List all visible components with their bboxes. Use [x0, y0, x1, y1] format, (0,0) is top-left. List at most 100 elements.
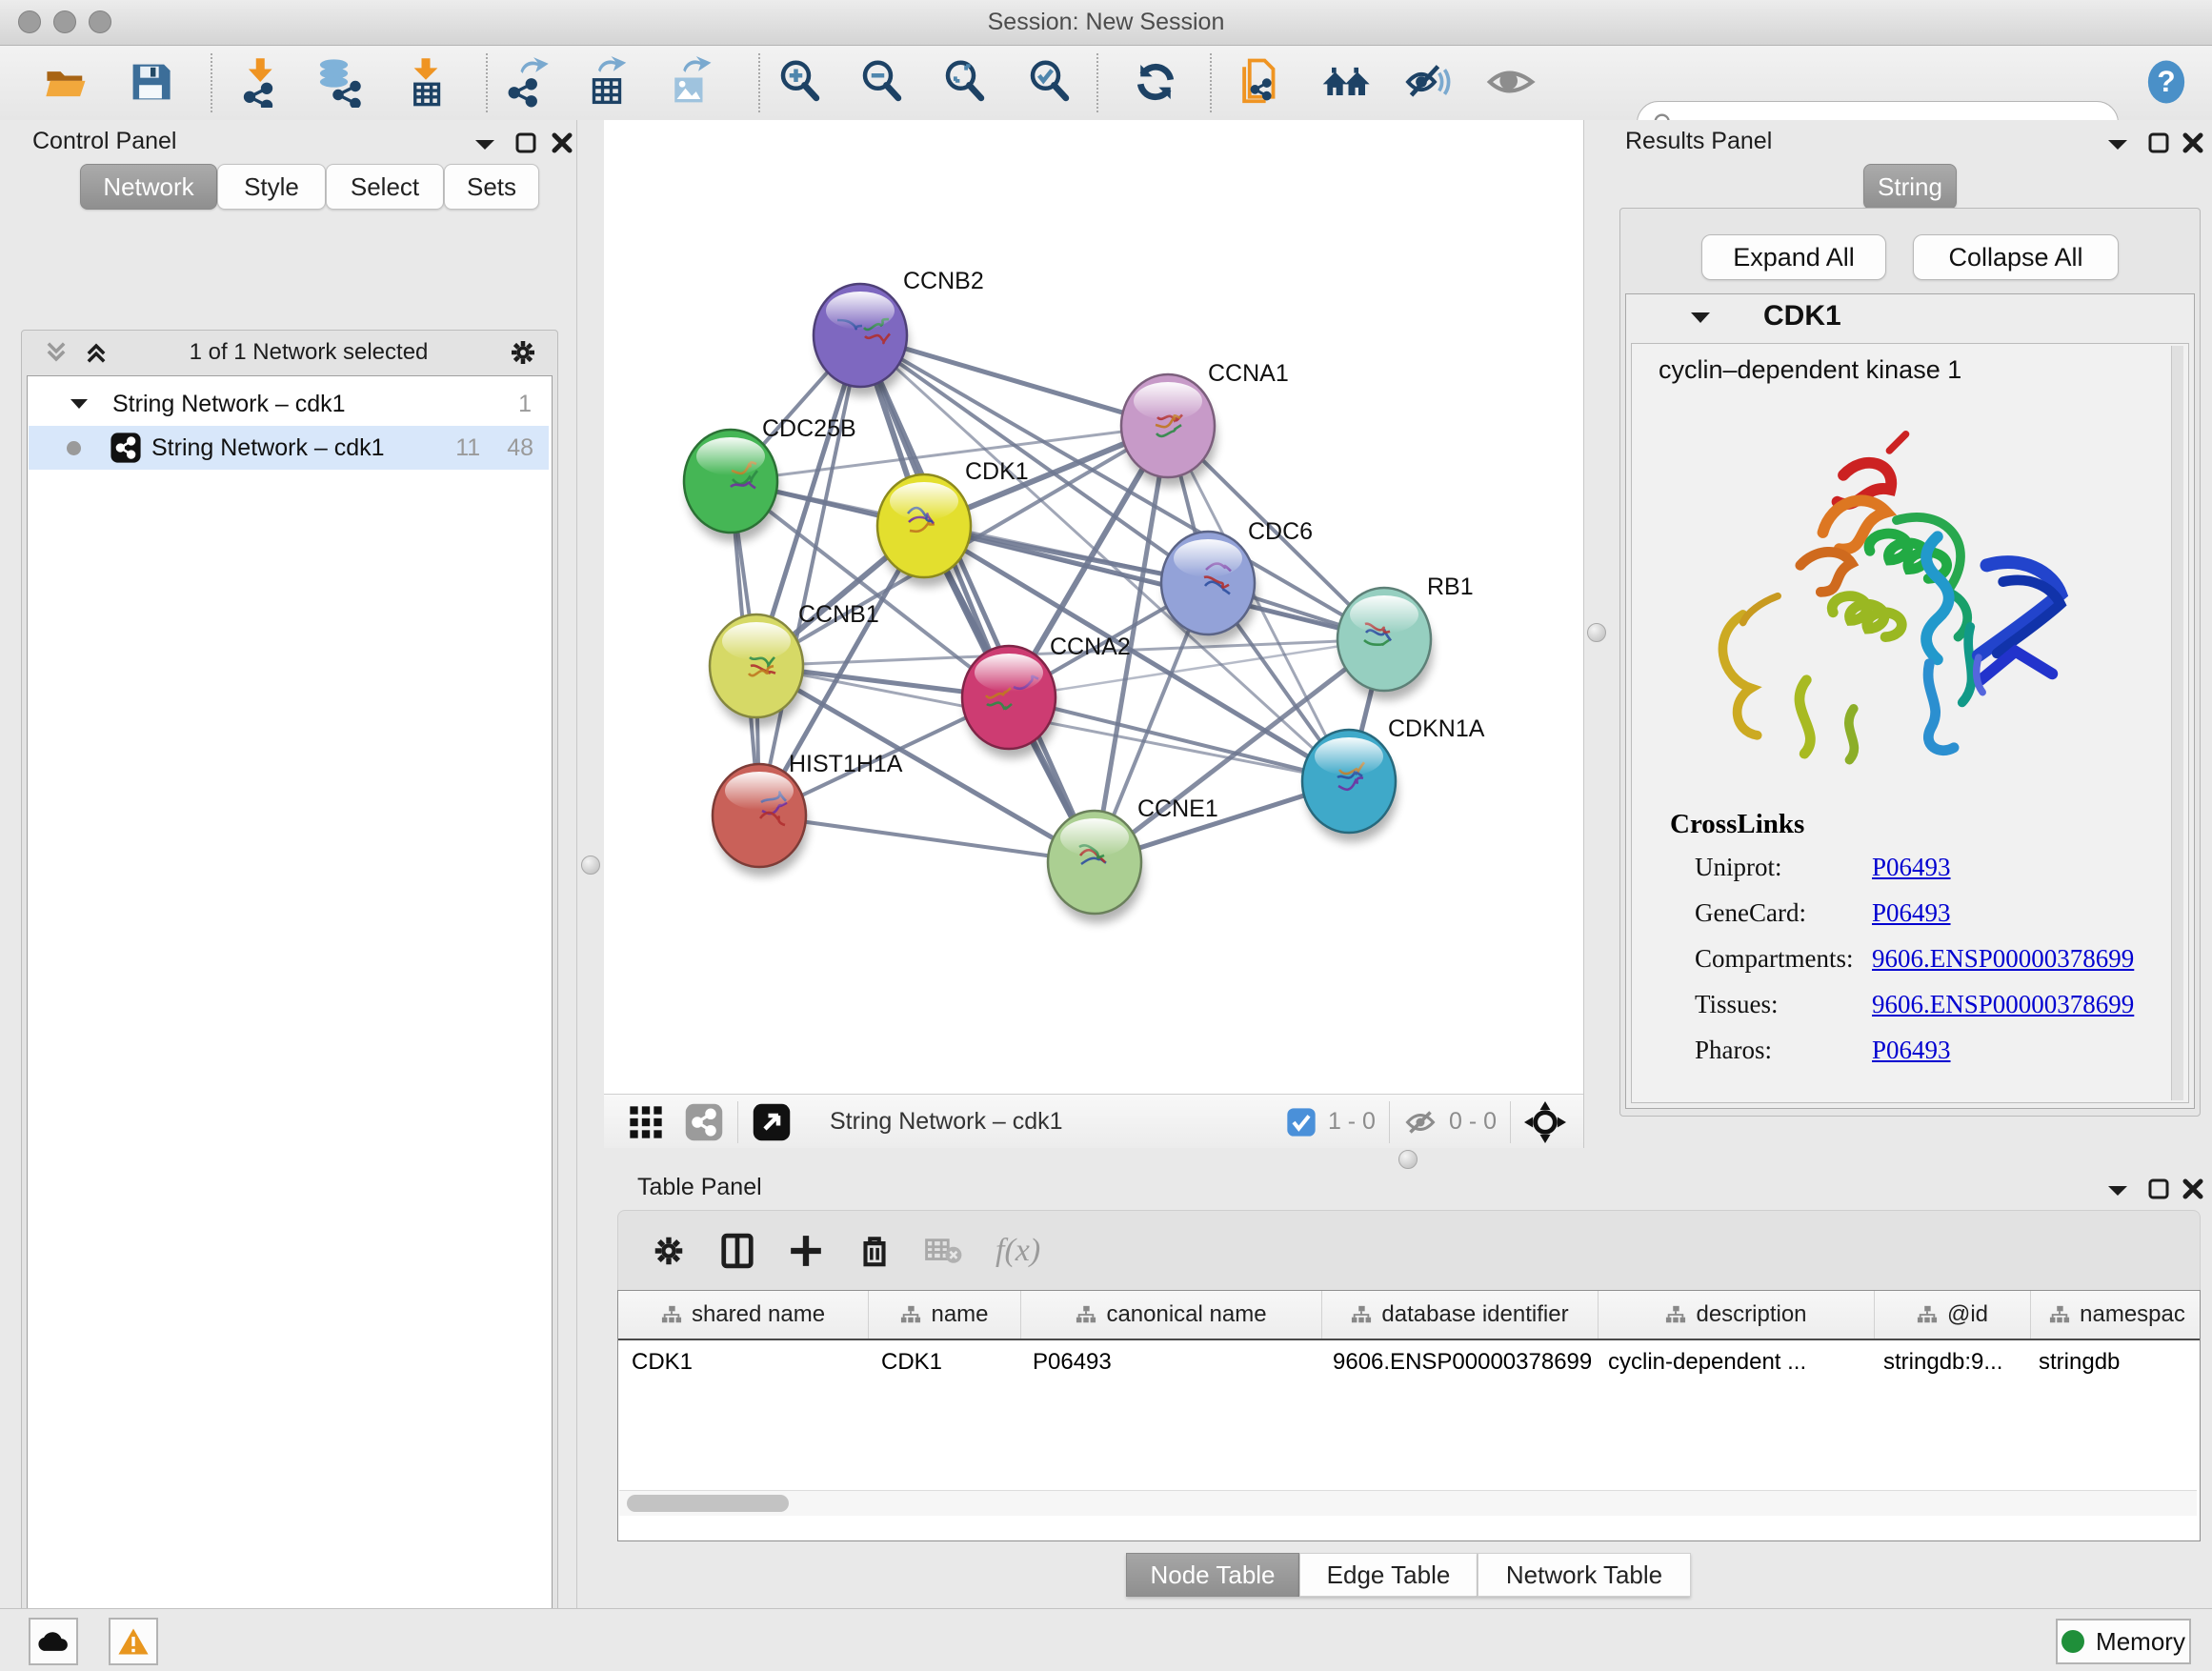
tab-style[interactable]: Style	[217, 164, 326, 210]
crosslink-link[interactable]: 9606.ENSP00000378699	[1872, 990, 2134, 1019]
zoom-selected-icon	[1024, 56, 1076, 108]
table-panel-menu-icon[interactable]	[2105, 1181, 2130, 1200]
results-panel-float-icon[interactable]	[2147, 131, 2170, 154]
divider-grip[interactable]	[581, 856, 600, 875]
export-image-button[interactable]	[663, 55, 716, 109]
table-cell[interactable]: cyclin-dependent ...	[1595, 1340, 1870, 1384]
collapse-all-button[interactable]: Collapse All	[1913, 234, 2119, 280]
table-cell[interactable]: CDK1	[618, 1340, 868, 1384]
tab-string[interactable]: String	[1863, 164, 1957, 210]
table-cell[interactable]: stringdb:9...	[1870, 1340, 2025, 1384]
tab-sets[interactable]: Sets	[444, 164, 539, 210]
memory-button[interactable]: Memory	[2056, 1619, 2191, 1664]
crosslink-link[interactable]: 9606.ENSP00000378699	[1872, 944, 2134, 974]
detach-view-icon[interactable]	[752, 1102, 792, 1142]
table-cell[interactable]: P06493	[1019, 1340, 1319, 1384]
zoom-selected-button[interactable]	[1023, 55, 1076, 109]
right-panel-divider[interactable]	[1583, 120, 1610, 1164]
table-row[interactable]: CDK1CDK1P064939606.ENSP00000378699cyclin…	[618, 1340, 2200, 1384]
network-tree-child-row[interactable]: String Network – cdk1 11 48	[29, 426, 549, 470]
table-cell[interactable]: stringdb	[2025, 1340, 2198, 1384]
section-collapse-icon[interactable]	[1689, 310, 1712, 327]
control-panel-float-icon[interactable]	[514, 131, 537, 154]
table-cell[interactable]: CDK1	[868, 1340, 1019, 1384]
tab-edge-table[interactable]: Edge Table	[1299, 1553, 1478, 1597]
export-table-button[interactable]	[580, 55, 633, 109]
control-panel-close-icon[interactable]	[551, 131, 573, 154]
import-network-button[interactable]	[231, 55, 285, 109]
column-header-canonical-name[interactable]: canonical name	[1021, 1291, 1322, 1339]
node-CCNB1[interactable]: CCNB1	[710, 601, 879, 727]
zoom-in-button[interactable]	[774, 55, 827, 109]
tab-network[interactable]: Network	[80, 164, 217, 210]
results-scrollbar[interactable]	[2171, 346, 2183, 1100]
left-panel-divider[interactable]	[576, 120, 606, 1608]
help-button[interactable]: ?	[2140, 55, 2193, 109]
zoom-out-button[interactable]	[855, 55, 909, 109]
control-panel-menu-icon[interactable]	[473, 135, 497, 154]
add-column-icon[interactable]	[788, 1233, 824, 1269]
cloud-status-button[interactable]	[29, 1618, 78, 1665]
table-panel-float-icon[interactable]	[2147, 1178, 2170, 1200]
crosslink-link[interactable]: P06493	[1872, 1036, 1951, 1065]
network-view-icon[interactable]	[684, 1102, 724, 1142]
node-CCNB2[interactable]: CCNB2	[814, 268, 984, 396]
collapse-all-icon[interactable]	[43, 339, 70, 366]
import-table-button[interactable]	[399, 55, 452, 109]
import-network-from-database-button[interactable]	[312, 55, 365, 109]
column-header-namespac[interactable]: namespac	[2031, 1291, 2201, 1339]
grid-view-icon[interactable]	[627, 1103, 665, 1141]
node-RB1[interactable]: RB1	[1337, 574, 1474, 700]
network-canvas[interactable]: CCNB2CCNA1CDC25BCDK1CDC6RB1CCNB1CCNA2CDK…	[604, 120, 1583, 1094]
delete-column-trash-icon[interactable]	[856, 1233, 893, 1269]
table-settings-gear-icon[interactable]	[651, 1233, 687, 1269]
table-cell[interactable]: 9606.ENSP00000378699	[1319, 1340, 1595, 1384]
column-header-database-identifier[interactable]: database identifier	[1322, 1291, 1599, 1339]
column-header-description[interactable]: description	[1599, 1291, 1875, 1339]
table-horizontal-scrollbar[interactable]	[619, 1490, 2197, 1516]
node-CDKN1A[interactable]: CDKN1A	[1302, 715, 1485, 842]
divider-grip[interactable]	[1587, 623, 1606, 642]
tree-collapse-icon[interactable]	[69, 395, 90, 413]
function-builder-icon[interactable]: f(x)	[995, 1233, 1040, 1269]
expand-all-icon[interactable]	[83, 339, 110, 366]
network-tree-root-row[interactable]: String Network – cdk1 1	[29, 382, 549, 426]
hidden-eye-icon[interactable]	[1403, 1105, 1438, 1139]
node-CCNA1[interactable]: CCNA1	[1121, 360, 1289, 487]
string-document-button[interactable]	[1234, 55, 1287, 109]
gear-icon[interactable]	[508, 337, 538, 368]
node-HIST1H1A[interactable]: HIST1H1A	[713, 751, 903, 876]
crosslink-link[interactable]: P06493	[1872, 898, 1951, 928]
home-networks-button[interactable]	[1318, 55, 1372, 109]
results-panel-close-icon[interactable]	[2182, 131, 2204, 154]
warnings-button[interactable]	[109, 1618, 158, 1665]
expand-all-button[interactable]: Expand All	[1701, 234, 1886, 280]
refresh-button[interactable]	[1129, 55, 1182, 109]
selected-checkbox-icon[interactable]	[1286, 1107, 1317, 1137]
birdseye-navigator-icon[interactable]	[1524, 1101, 1566, 1143]
tab-node-table[interactable]: Node Table	[1126, 1553, 1299, 1597]
column-header--id[interactable]: @id	[1875, 1291, 2031, 1339]
node-CDC6[interactable]: CDC6	[1161, 518, 1313, 644]
column-header-shared-name[interactable]: shared name	[618, 1291, 869, 1339]
edge-CCNB2-HIST1H1A[interactable]	[759, 335, 860, 815]
hide-panel-button[interactable]	[1401, 55, 1455, 109]
open-session-button[interactable]	[40, 55, 93, 109]
zoom-fit-button[interactable]	[938, 55, 992, 109]
results-panel-menu-icon[interactable]	[2105, 135, 2130, 154]
show-panel-button[interactable]	[1484, 55, 1538, 109]
delete-table-icon[interactable]	[925, 1235, 963, 1267]
crosslink-link[interactable]: P06493	[1872, 853, 1951, 882]
table-panel-close-icon[interactable]	[2182, 1178, 2204, 1200]
tab-select[interactable]: Select	[326, 164, 444, 210]
save-session-button[interactable]	[124, 55, 177, 109]
string-network-graph[interactable]: CCNB2CCNA1CDC25BCDK1CDC6RB1CCNB1CCNA2CDK…	[604, 120, 1583, 1094]
show-columns-icon[interactable]	[719, 1233, 755, 1269]
edge-CCNB2-CCNE1[interactable]	[860, 335, 1095, 862]
edge-HIST1H1A-CCNE1[interactable]	[759, 815, 1095, 862]
column-header-name[interactable]: name	[869, 1291, 1021, 1339]
export-network-button[interactable]	[498, 55, 552, 109]
divider-grip[interactable]	[1398, 1150, 1418, 1169]
tab-network-table[interactable]: Network Table	[1478, 1553, 1691, 1597]
scrollbar-thumb[interactable]	[627, 1495, 789, 1512]
